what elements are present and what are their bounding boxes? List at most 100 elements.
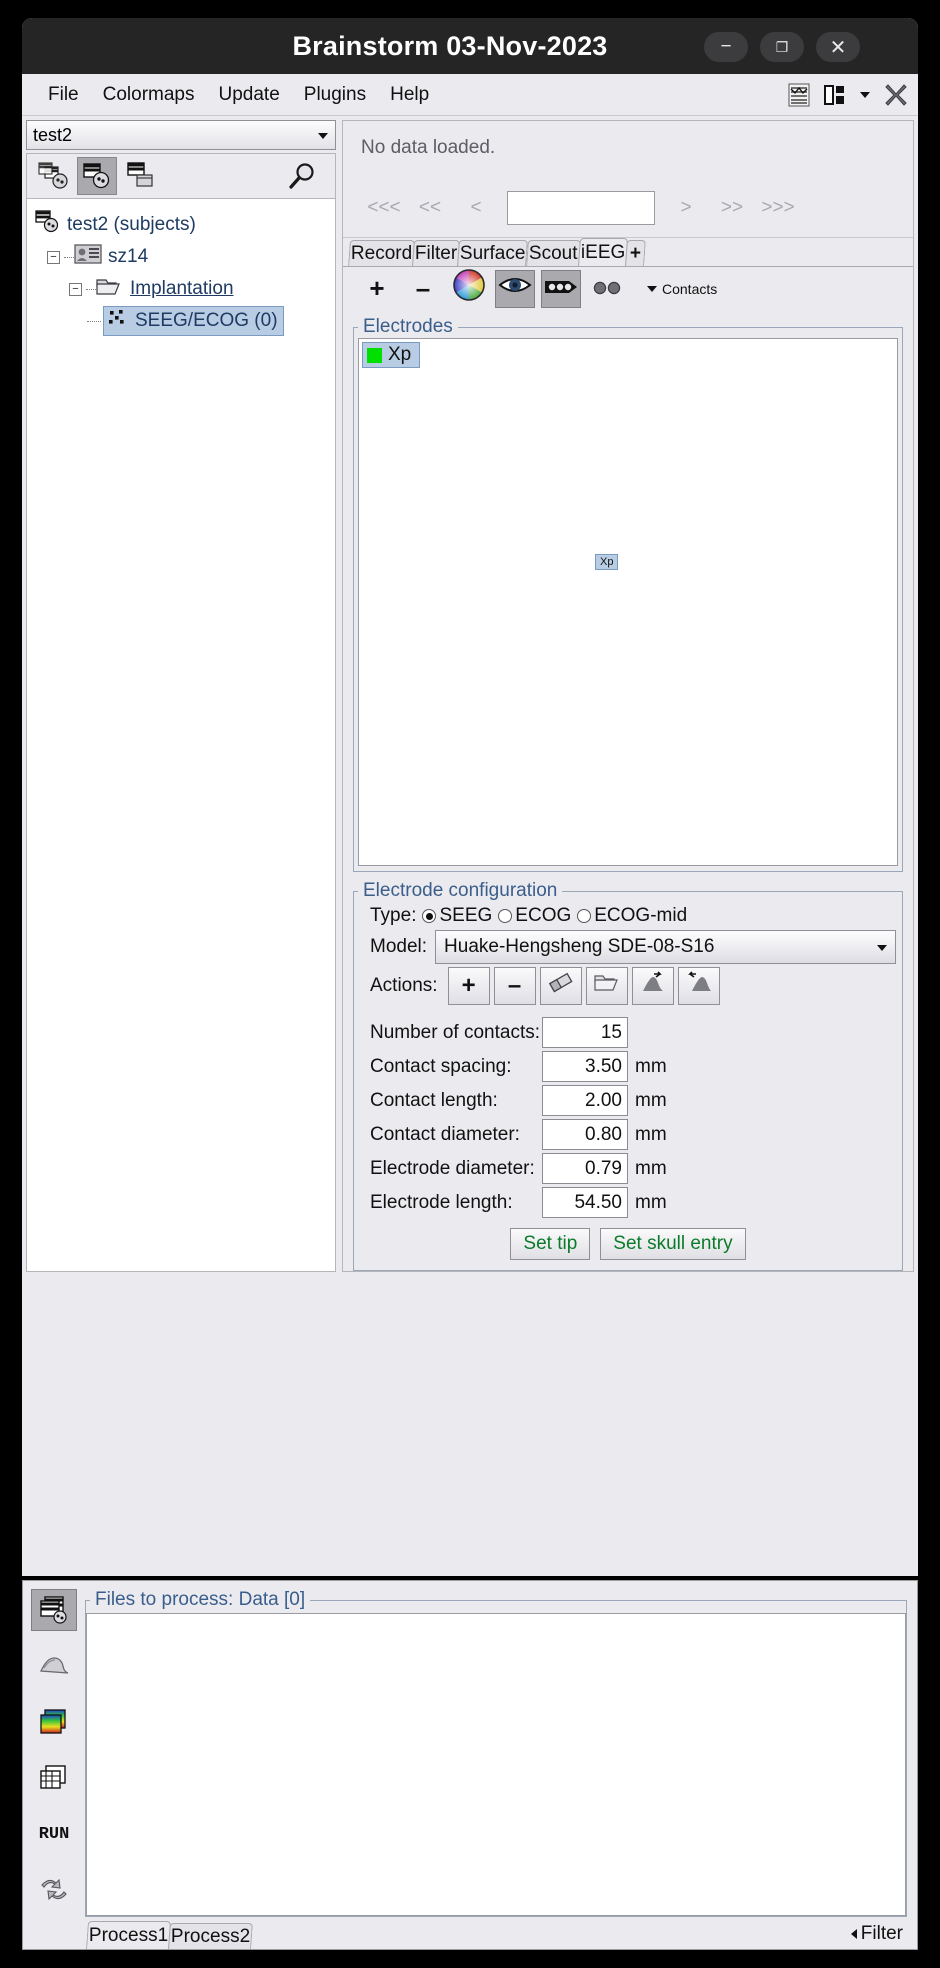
remove-contact-button[interactable]: – — [493, 967, 536, 1005]
search-button[interactable] — [285, 158, 321, 194]
filter-toggle[interactable]: Filter — [850, 1923, 903, 1945]
field-label: Contact length: — [370, 1089, 498, 1111]
contact-length-input[interactable]: 2.00 — [542, 1085, 628, 1116]
minimize-button[interactable]: − — [704, 32, 748, 62]
export-matlab-button[interactable] — [631, 967, 674, 1005]
electrodes-list[interactable]: Xp Xp — [358, 338, 898, 866]
contact-pair-button[interactable] — [587, 270, 627, 308]
functional-conditions-view-button[interactable] — [121, 157, 161, 195]
contact-diameter-input[interactable]: 0.80 — [542, 1119, 628, 1150]
tab-process1[interactable]: Process1 — [86, 1921, 172, 1949]
tree-node-label: test2 (subjects) — [67, 214, 196, 235]
color-wheel-button[interactable] — [449, 269, 489, 308]
menu-file[interactable]: File — [36, 81, 91, 109]
radio-dot — [425, 912, 433, 920]
edit-contact-button[interactable] — [539, 967, 582, 1005]
electrode-diameter-input[interactable]: 0.79 — [542, 1153, 628, 1184]
collapse-expander-icon[interactable]: − — [69, 282, 82, 296]
tab-ieeg[interactable]: iEEG — [577, 238, 628, 267]
nav-next-block-button[interactable]: >> — [709, 197, 755, 219]
database-explorer-panel: test2 test2 (subjects) − sz14 − Implanta… — [26, 120, 336, 1272]
matlab-import-icon — [686, 970, 712, 1002]
field-label: Contact diameter: — [370, 1123, 520, 1145]
pipeline-editor-panel: RUN Files to process: Data [0] Process1 … — [22, 1580, 918, 1950]
radio-seeg[interactable] — [422, 909, 437, 923]
protocol-selector[interactable]: test2 — [26, 120, 336, 150]
nav-prev-block-button[interactable]: << — [407, 197, 453, 219]
run-text: RUN — [38, 1824, 70, 1844]
tab-add[interactable]: + — [625, 240, 646, 267]
electrode-length-input[interactable]: 54.50 — [542, 1187, 628, 1218]
close-all-icon[interactable] — [884, 83, 908, 107]
subjects-icon — [35, 210, 61, 240]
tree-node-sz14[interactable]: − sz14 — [27, 241, 335, 273]
number-of-contacts-input[interactable]: 15 — [542, 1017, 628, 1048]
pipeline-icon[interactable] — [31, 1869, 77, 1911]
tree-node-implantation[interactable]: − Implantation — [27, 273, 335, 305]
brainstorm-main-window: Brainstorm 03-Nov-2023 − ❐ ✕ File Colorm… — [22, 18, 918, 1576]
run-label[interactable]: RUN — [31, 1813, 77, 1855]
no-data-message: No data loaded. — [361, 137, 496, 158]
load-electrode-button[interactable] — [585, 967, 628, 1005]
nav-value-input[interactable] — [507, 191, 655, 226]
tab-scout[interactable]: Scout — [526, 240, 581, 267]
field-row-electrode-diameter: Electrode diameter: 0.79 mm — [370, 1153, 902, 1184]
sources-icon[interactable] — [31, 1645, 77, 1687]
tree-node-subjects[interactable]: test2 (subjects) — [27, 209, 335, 241]
matrix-icon[interactable] — [31, 1757, 77, 1799]
electrode-canvas-label[interactable]: Xp — [595, 554, 619, 570]
depth-display-button[interactable] — [541, 269, 581, 308]
files-to-process-list[interactable] — [86, 1613, 906, 1916]
collapse-expander-icon[interactable]: − — [47, 250, 60, 264]
remove-electrode-button[interactable]: – — [403, 270, 443, 308]
chevron-down-icon[interactable] — [860, 91, 870, 99]
tab-record[interactable]: Record — [348, 240, 416, 267]
radio-ecog-mid[interactable] — [577, 909, 592, 923]
set-tip-button[interactable]: Set tip — [510, 1228, 591, 1260]
tree-node-seeg-ecog[interactable]: SEEG/ECOG (0) — [27, 305, 335, 337]
show-hide-electrodes-button[interactable] — [495, 269, 535, 308]
database-tree[interactable]: test2 (subjects) − sz14 − Implantation S… — [26, 199, 336, 1272]
tab-surface[interactable]: Surface — [457, 240, 529, 267]
timefreq-icon[interactable] — [31, 1701, 77, 1743]
tab-process2[interactable]: Process2 — [168, 1923, 254, 1949]
contacts-dropdown[interactable]: Contacts — [647, 281, 717, 297]
data-icon[interactable] — [31, 1589, 77, 1631]
type-row: Type: SEEG ECOG ECOG-mid — [370, 905, 902, 927]
maximize-button[interactable]: ❐ — [760, 32, 804, 62]
electrode-list-item[interactable]: Xp — [362, 342, 421, 368]
set-skull-entry-button[interactable]: Set skull entry — [600, 1228, 746, 1260]
nav-last-button[interactable]: >>> — [755, 197, 801, 219]
radio-ecog[interactable] — [498, 909, 513, 923]
import-matlab-button[interactable] — [677, 967, 720, 1005]
explorer-toolbar — [26, 153, 336, 199]
functional-subjects-view-button[interactable] — [77, 157, 117, 195]
anatomy-view-button[interactable] — [33, 157, 73, 195]
add-electrode-button[interactable]: + — [357, 270, 397, 308]
report-viewer-icon[interactable] — [788, 83, 810, 107]
model-selector[interactable]: Huake-Hengsheng SDE-08-S16 — [435, 930, 896, 964]
electrodes-legend: Electrodes — [363, 316, 453, 337]
menu-plugins[interactable]: Plugins — [292, 81, 378, 109]
set-buttons-row: Set tip Set skull entry — [354, 1228, 902, 1260]
nav-prev-button[interactable]: < — [453, 197, 499, 219]
ieeg-toolbar: + – Contacts — [343, 266, 913, 310]
tab-filter[interactable]: Filter — [412, 240, 461, 267]
add-contact-button[interactable]: + — [447, 967, 490, 1005]
field-row-electrode-length: Electrode length: 54.50 mm — [370, 1187, 902, 1218]
tree-connector — [64, 256, 74, 258]
layout-icon[interactable] — [824, 83, 846, 107]
record-navigation-bar: <<< << < > >> >>> — [361, 191, 901, 226]
menu-colormaps[interactable]: Colormaps — [91, 81, 207, 109]
nav-next-button[interactable]: > — [663, 197, 709, 219]
electrode-color-swatch[interactable] — [367, 347, 382, 363]
inspector-tabs: Record Filter Surface Scout iEEG + — [343, 238, 913, 267]
field-label: Number of contacts: — [370, 1021, 541, 1043]
menu-help[interactable]: Help — [378, 81, 441, 109]
tree-node-selected[interactable]: SEEG/ECOG (0) — [103, 306, 284, 336]
menu-update[interactable]: Update — [207, 81, 292, 109]
nav-first-button[interactable]: <<< — [361, 197, 407, 219]
contact-spacing-input[interactable]: 3.50 — [542, 1051, 628, 1082]
close-button[interactable]: ✕ — [816, 32, 860, 62]
electrode-label: Xp — [388, 344, 412, 365]
